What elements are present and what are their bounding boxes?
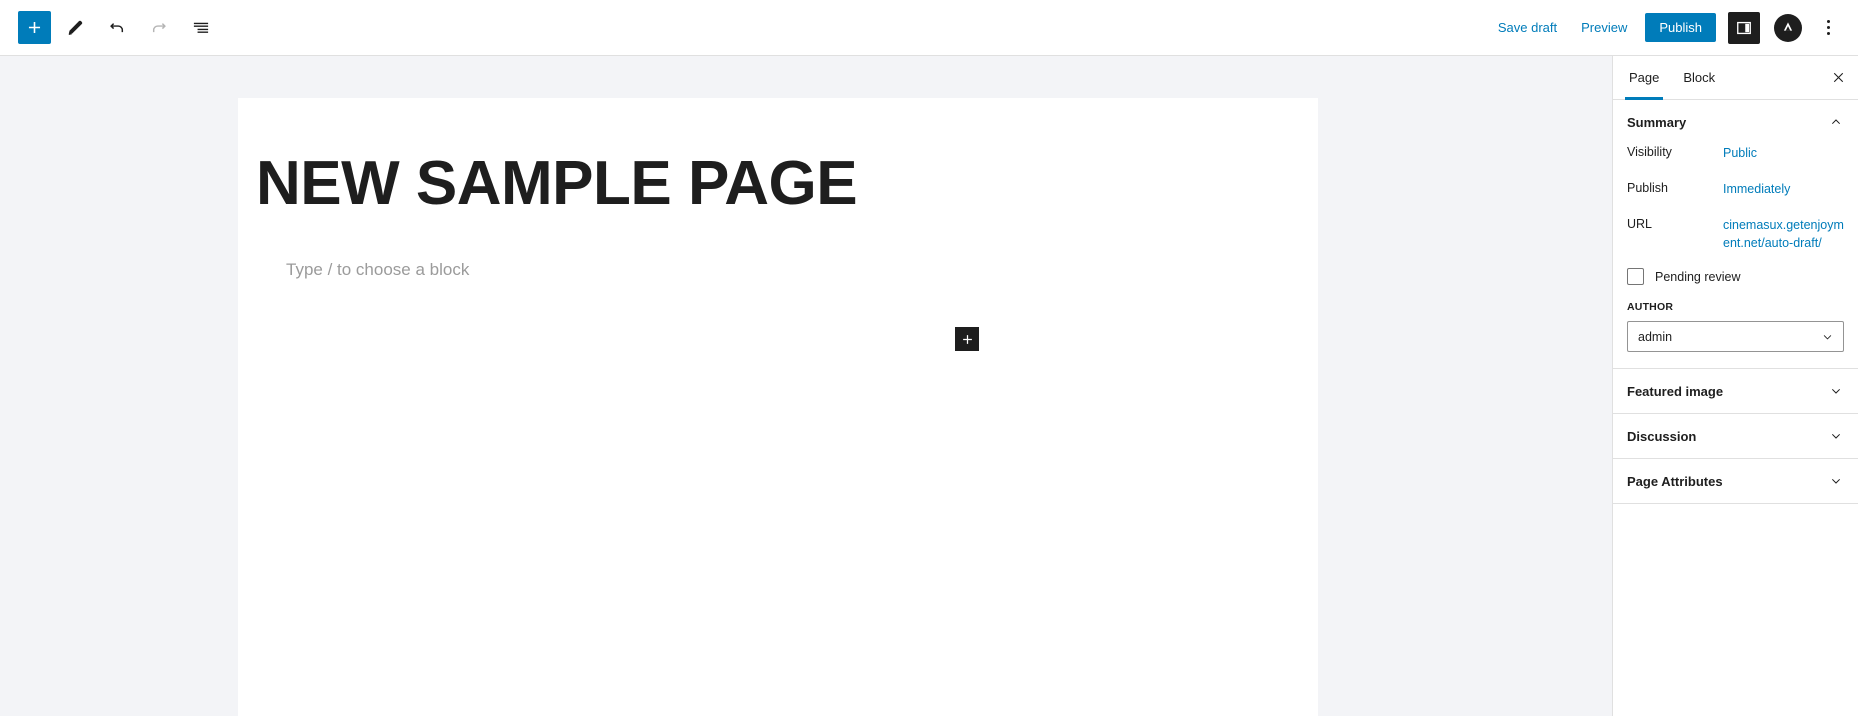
- preview-button[interactable]: Preview: [1571, 14, 1637, 41]
- visibility-value[interactable]: Public: [1723, 144, 1844, 162]
- save-draft-button[interactable]: Save draft: [1488, 14, 1567, 41]
- pending-review-row: Pending review: [1627, 268, 1844, 286]
- redo-button[interactable]: [141, 10, 177, 46]
- header-left-toolbar: [18, 10, 219, 46]
- undo-icon: [110, 22, 124, 32]
- tab-page[interactable]: Page: [1617, 56, 1671, 100]
- summary-row-publish: Publish Immediately: [1627, 180, 1844, 200]
- header-right-actions: Save draft Preview Publish: [1488, 10, 1846, 46]
- page-title[interactable]: NEW SAMPLE PAGE: [238, 98, 1296, 218]
- close-sidebar-button[interactable]: [1820, 60, 1856, 96]
- panel-discussion-header[interactable]: Discussion: [1613, 414, 1858, 458]
- publish-button[interactable]: Publish: [1645, 13, 1716, 42]
- kebab-dot: [1826, 26, 1830, 29]
- kebab-dot: [1826, 20, 1830, 23]
- panel-featured-image: Featured image: [1613, 369, 1858, 415]
- visibility-label: Visibility: [1627, 145, 1672, 159]
- editor-canvas-region: NEW SAMPLE PAGE Type / to choose a block: [0, 56, 1612, 716]
- pencil-icon: [68, 20, 83, 35]
- chevron-up-icon: [1831, 119, 1841, 125]
- settings-sidebar-toggle-button[interactable]: [1728, 11, 1760, 44]
- author-label: AUTHOR: [1627, 301, 1674, 314]
- editor-body: NEW SAMPLE PAGE Type / to choose a block…: [0, 56, 1858, 716]
- tools-button[interactable]: [57, 10, 93, 46]
- publish-label: Publish: [1627, 181, 1668, 195]
- panel-page-attributes: Page Attributes: [1613, 459, 1858, 505]
- publish-value[interactable]: Immediately: [1723, 180, 1844, 198]
- plus-icon: [28, 21, 41, 34]
- chevron-down-icon: [1823, 334, 1832, 340]
- chevron-down-icon: [1831, 389, 1841, 394]
- pending-review-label[interactable]: Pending review: [1655, 270, 1740, 284]
- wordpress-block-editor: Save draft Preview Publish NEW SAMPLE PA…: [0, 0, 1858, 716]
- kebab-dot: [1826, 32, 1830, 35]
- panel-summary-header[interactable]: Summary: [1613, 100, 1858, 144]
- list-view-icon: [193, 22, 209, 33]
- panel-discussion: Discussion: [1613, 414, 1858, 460]
- tab-block[interactable]: Block: [1671, 56, 1727, 100]
- plus-icon: [962, 334, 972, 344]
- block-placeholder[interactable]: Type / to choose a block: [286, 256, 1318, 283]
- panel-summary-title: Summary: [1627, 114, 1687, 130]
- chevron-down-icon: [1831, 479, 1841, 484]
- url-label: URL: [1627, 217, 1653, 231]
- panel-summary-body: Visibility Public Publish Immediately UR…: [1613, 144, 1858, 368]
- post-canvas[interactable]: NEW SAMPLE PAGE Type / to choose a block: [238, 98, 1318, 716]
- author-select[interactable]: admin: [1627, 321, 1844, 353]
- panel-featured-image-header[interactable]: Featured image: [1613, 369, 1858, 413]
- jetpack-logo-icon: [1783, 21, 1793, 31]
- floating-block-inserter-button[interactable]: [955, 327, 979, 351]
- undo-button[interactable]: [99, 10, 135, 46]
- editor-header: Save draft Preview Publish: [0, 0, 1858, 56]
- panel-featured-image-title: Featured image: [1627, 383, 1724, 399]
- summary-row-url: URL cinemasux.getenjoyment.net/auto-draf…: [1627, 216, 1844, 252]
- pending-review-checkbox[interactable]: [1627, 268, 1644, 286]
- sidebar-tabs: Page Block: [1613, 56, 1858, 100]
- sidebar-panel-icon: [1737, 21, 1751, 34]
- author-selected-value: admin: [1638, 329, 1673, 344]
- add-block-button[interactable]: [18, 11, 51, 44]
- close-icon: [1833, 72, 1843, 83]
- list-view-button[interactable]: [183, 10, 219, 46]
- panel-page-attributes-header[interactable]: Page Attributes: [1613, 459, 1858, 503]
- options-menu-button[interactable]: [1810, 10, 1846, 46]
- panel-page-attributes-title: Page Attributes: [1627, 473, 1723, 489]
- chevron-down-icon: [1831, 434, 1841, 439]
- jetpack-avatar[interactable]: [1774, 13, 1802, 42]
- url-value[interactable]: cinemasux.getenjoyment.net/auto-draft/: [1723, 216, 1844, 252]
- panel-discussion-title: Discussion: [1627, 428, 1697, 444]
- panel-summary: Summary Visibility Public Publish Immedi…: [1613, 100, 1858, 370]
- summary-row-visibility: Visibility Public: [1627, 144, 1844, 164]
- redo-icon: [152, 22, 166, 32]
- settings-sidebar: Page Block Summary Visibility Public Pub…: [1612, 56, 1858, 716]
